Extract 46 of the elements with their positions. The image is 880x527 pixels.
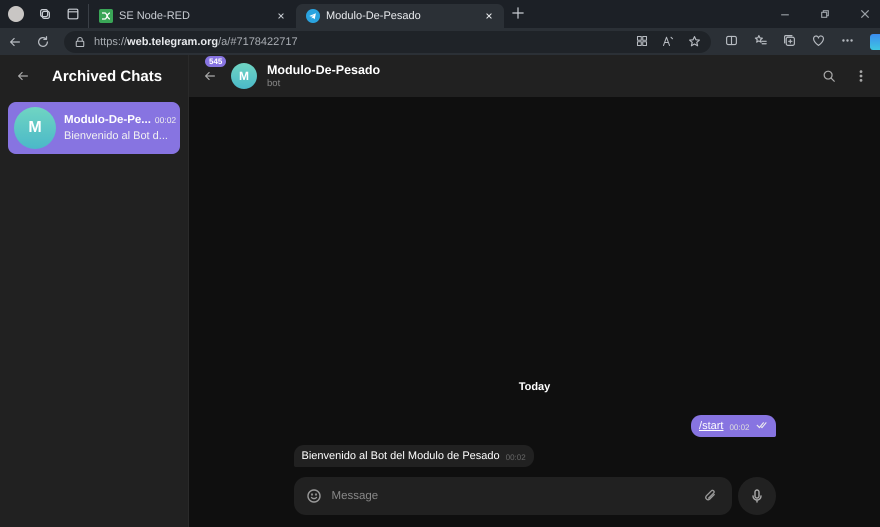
- url-text: https://web.telegram.org/a/#7178422717: [94, 36, 298, 48]
- chat-status: bot: [267, 78, 282, 89]
- workspaces-icon[interactable]: [38, 7, 52, 21]
- tab-title: SE Node-RED: [119, 10, 191, 22]
- heart-icon[interactable]: [812, 34, 825, 46]
- emoji-icon[interactable]: [306, 488, 322, 504]
- refresh-icon[interactable]: [36, 34, 50, 48]
- attach-icon[interactable]: [702, 488, 718, 503]
- chat-time: 00:02: [154, 115, 176, 125]
- message-field[interactable]: Message: [294, 477, 732, 515]
- tab-actions-icon[interactable]: [66, 7, 80, 21]
- unread-badge: 545: [205, 56, 226, 67]
- browser-tab[interactable]: Modulo-De-Pesado: [296, 4, 504, 28]
- sidebar-title: Archived Chats: [52, 68, 162, 84]
- favorites-icon[interactable]: [754, 34, 767, 46]
- tab-logo-icon: [99, 9, 113, 23]
- close-icon[interactable]: [276, 11, 286, 21]
- close-icon[interactable]: [484, 11, 494, 21]
- chat-avatar: M: [14, 107, 56, 149]
- lock-icon: [74, 36, 86, 48]
- tab-title: Modulo-De-Pesado: [326, 10, 422, 22]
- chat-title: Modulo-De-Pesado: [267, 63, 380, 77]
- search-icon[interactable]: [822, 69, 836, 83]
- chat-list-item[interactable]: M Modulo-De-Pe... 00:02 Bienvenido al Bot d...: [8, 102, 180, 154]
- app-available-icon[interactable]: [636, 35, 648, 47]
- address-bar[interactable]: https://web.telegram.org/a/#7178422717: [64, 30, 711, 52]
- new-tab-icon[interactable]: [512, 6, 524, 18]
- back-icon[interactable]: [203, 69, 217, 83]
- profile-avatar[interactable]: [8, 6, 24, 22]
- read-aloud-icon[interactable]: [662, 35, 674, 47]
- star-icon[interactable]: [688, 35, 701, 48]
- message-text: Bienvenido al Bot del Modulo de Pesado: [302, 450, 500, 462]
- chat-avatar: M: [231, 63, 257, 89]
- chat-preview: Bienvenido al Bot d...: [64, 130, 169, 142]
- back-icon: [16, 69, 30, 83]
- restore-icon[interactable]: [820, 9, 830, 19]
- split-screen-icon[interactable]: [725, 34, 738, 46]
- chat-name: Modulo-De-Pe...: [64, 114, 151, 126]
- date-label: Today: [518, 381, 550, 393]
- collections-icon[interactable]: [783, 34, 796, 46]
- message-time: 00:02: [729, 423, 750, 432]
- tab-logo-icon: [306, 9, 320, 23]
- close-icon[interactable]: [860, 9, 870, 19]
- microphone-button[interactable]: [738, 477, 776, 515]
- message-time: 00:02: [506, 453, 526, 462]
- message-text[interactable]: /start: [699, 420, 724, 432]
